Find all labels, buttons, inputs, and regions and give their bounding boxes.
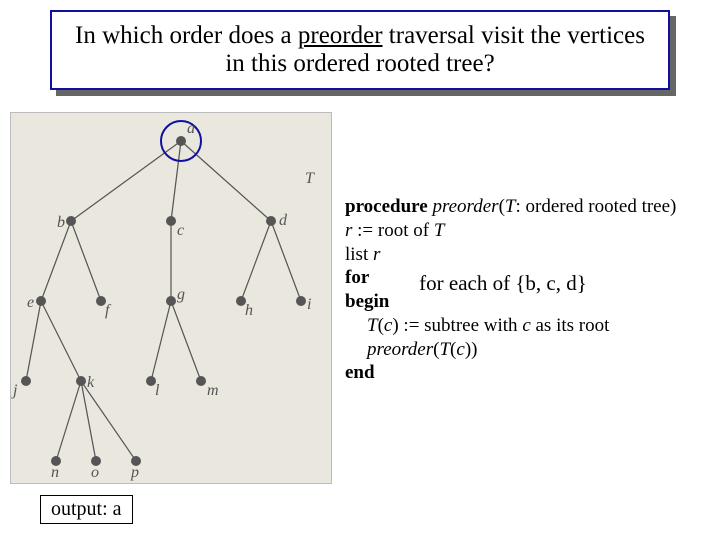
- output-label: output:: [51, 498, 113, 520]
- node-label-a: a: [187, 120, 195, 137]
- for-overlay: for each of {b, c, d}: [388, 270, 618, 296]
- node-label-l: l: [155, 382, 160, 399]
- overlay-post: }: [577, 271, 587, 295]
- node-label-p: p: [130, 464, 139, 481]
- tree-T: T: [305, 170, 315, 187]
- node-label-e: e: [27, 294, 34, 311]
- pseudo-line-call: preorder(T(c)): [345, 338, 715, 362]
- overlay-items: b, c, d: [525, 271, 576, 295]
- node-label-i: i: [307, 296, 311, 313]
- pseudo-line-list: list r: [345, 243, 715, 267]
- pseudo-line-proc: procedure preorder(T: ordered rooted tre…: [345, 195, 715, 219]
- title-box: In which order does a preorder traversal…: [50, 10, 670, 90]
- title-container: In which order does a preorder traversal…: [50, 10, 670, 90]
- pseudo-line-tc: T(c) := subtree with c as its root: [345, 314, 715, 338]
- overlay-pre: for each of {: [419, 271, 525, 295]
- node-label-g: g: [177, 286, 185, 303]
- node-label-d: d: [279, 212, 288, 229]
- node-label-j: j: [11, 382, 18, 399]
- kw-for: for: [345, 267, 369, 288]
- node-label-f: f: [105, 302, 112, 319]
- title-text: In which order does a preorder traversal…: [72, 22, 648, 78]
- output-box: output: a: [40, 495, 133, 524]
- kw-begin: begin: [345, 291, 389, 312]
- node-label-h: h: [245, 302, 253, 319]
- pseudo-line-r: r := root of T: [345, 219, 715, 243]
- node-label-k: k: [87, 374, 95, 391]
- node-label-c: c: [177, 222, 184, 239]
- title-pre: In which order does a: [75, 22, 298, 49]
- output-value: a: [113, 498, 122, 520]
- kw-end: end: [345, 362, 375, 383]
- tree-diagram: a T b c d e f g h i j k l m n o p: [10, 112, 332, 484]
- title-underlined: preorder: [298, 22, 383, 49]
- node-label-b: b: [57, 214, 65, 231]
- tree-svg: a T b c d e f g h i j k l m n o p: [11, 113, 331, 483]
- pseudo-line-end: end: [345, 361, 715, 385]
- proc-name: preorder: [432, 196, 498, 217]
- kw-procedure: procedure: [345, 196, 428, 217]
- node-label-n: n: [51, 464, 59, 481]
- node-label-m: m: [207, 382, 219, 399]
- node-label-o: o: [91, 464, 99, 481]
